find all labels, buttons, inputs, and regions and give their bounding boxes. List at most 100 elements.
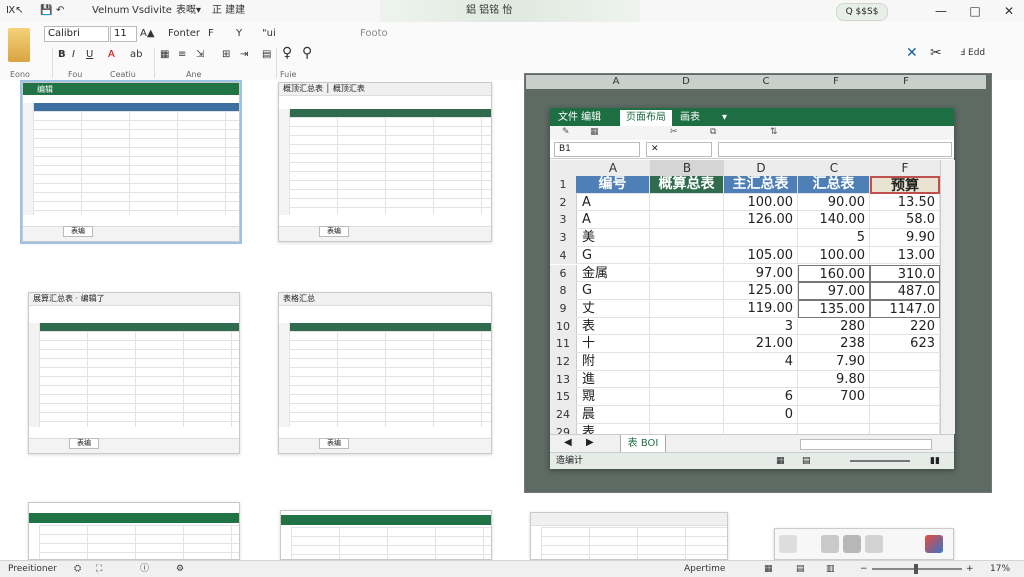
table-cell[interactable]: 100.00 [724,193,798,212]
ribbon-btn-2[interactable]: F [208,27,214,41]
sheet-thumbnail[interactable] [530,512,728,560]
view-normal-icon[interactable]: ▦ [776,453,785,469]
header-cell[interactable]: 主汇总表 [724,176,798,194]
font-size-select[interactable]: 11 [110,26,137,42]
table-cell[interactable] [650,282,724,300]
table-cell[interactable] [650,193,724,212]
borders-icon[interactable]: ▦ [160,48,169,62]
table-cell[interactable]: 4 [724,353,798,371]
save-icon[interactable]: 💾 [40,3,52,19]
sheet-thumbnail[interactable]: 展算汇总表 · 编辑了 表编 [28,292,240,454]
tab-page-layout[interactable]: 页面布局 [620,110,672,126]
table-cell[interactable]: 9.90 [870,229,940,247]
table-cell[interactable]: 160.00 [798,264,870,283]
table-cell[interactable]: 13.50 [870,193,940,212]
undo-icon[interactable]: ↶ [56,3,64,19]
table-cell[interactable] [798,406,870,424]
table-cell[interactable] [870,370,940,389]
wrap-icon[interactable]: ⇲ [196,48,204,62]
table-cell[interactable] [650,388,724,407]
font-name-select[interactable]: Calibri [44,26,109,42]
prev-sheet-icon[interactable]: ◀ [564,437,572,448]
row-header[interactable]: 2 [550,193,577,212]
table-cell[interactable]: 13.00 [870,246,940,265]
vertical-scrollbar[interactable] [940,160,955,434]
next-sheet-icon[interactable]: ▶ [586,437,594,448]
fx-button[interactable]: ✕ [646,142,712,157]
app-logo-icon[interactable] [925,535,943,553]
column-header-c[interactable]: C [798,160,870,177]
formula-input[interactable] [718,142,952,157]
normal-view-icon[interactable]: ▦ [764,561,773,577]
bold-button[interactable]: B [58,48,66,62]
table-cell[interactable]: 97.00 [798,282,870,300]
table-cell[interactable] [650,317,724,336]
column-header-d[interactable]: D [724,160,798,177]
table-cell[interactable] [650,335,724,353]
table-cell[interactable]: 9.80 [798,370,870,389]
header-cell[interactable]: 编号 [576,176,650,194]
italic-button[interactable]: I [72,48,75,62]
column-header-a[interactable]: A [576,160,650,177]
quick-item-2[interactable]: Vsdivite [132,3,172,19]
table-cell[interactable] [650,229,724,247]
table-cell[interactable]: 135.00 [798,299,870,318]
sheet-thumbnail[interactable]: 表格汇总 表编 [278,292,492,454]
table-cell[interactable]: 126.00 [724,211,798,230]
zoom-knob[interactable] [914,564,918,574]
row-header[interactable]: 3 [550,229,577,247]
sort-icon[interactable]: ⇅ [770,127,778,137]
fill-icon[interactable] [821,535,839,553]
table-cell[interactable]: 丈 [576,299,650,318]
row-header[interactable]: 13 [550,370,577,389]
settings-icon[interactable]: ⚙ [176,561,184,577]
table-cell[interactable] [870,406,940,424]
underline-button[interactable]: U [86,48,93,62]
ribbon-btn-1[interactable]: Fonter [168,27,200,41]
table-cell[interactable]: 280 [798,317,870,336]
table-cell[interactable]: 6 [724,388,798,407]
ribbon-right-icon-3[interactable]: Ⅎ Edd [960,46,985,60]
table-cell[interactable]: 21.00 [724,335,798,353]
quick-item-4[interactable]: 正 建建 [212,3,245,19]
row-header[interactable]: 11 [550,335,577,353]
ribbon-right-icon-1[interactable]: ✕ [906,46,918,60]
table-cell[interactable]: 0 [724,406,798,424]
thumb-sheet-tab[interactable]: 表编 [63,226,93,237]
row-header[interactable]: 6 [550,264,577,283]
zoom-level[interactable]: 17% [990,561,1010,577]
table-cell[interactable]: 5 [798,229,870,247]
table-cell[interactable]: 623 [870,335,940,353]
view-layout-icon[interactable]: ▤ [802,453,811,469]
row-header[interactable]: 24 [550,406,577,424]
table-cell[interactable] [650,406,724,424]
table-cell[interactable]: 700 [798,388,870,407]
paste-icon[interactable] [8,28,30,62]
maximize-button[interactable]: □ [964,2,986,20]
table-cell[interactable]: 晨 [576,406,650,424]
cut-icon[interactable]: ✂ [670,127,678,137]
fill-color-button[interactable]: ab [130,48,142,62]
table-cell[interactable]: 310.0 [870,264,940,283]
table-cell[interactable]: 58.0 [870,211,940,230]
shape-icon[interactable] [779,535,797,553]
ribbon-btn-5[interactable]: Footo [360,27,388,41]
table-cell[interactable] [724,229,798,247]
select-all-corner[interactable] [550,160,576,177]
table-cell[interactable]: 97.00 [724,264,798,283]
name-box[interactable]: B1 [554,142,640,157]
quick-access-nav[interactable]: Ⅸ↖ [6,3,24,19]
table-cell[interactable]: G [576,282,650,300]
table-cell[interactable]: 1147.0 [870,299,940,318]
header-cell[interactable]: 概算总表 [650,176,724,194]
table-cell[interactable]: 119.00 [724,299,798,318]
table-cell[interactable]: 表 [576,317,650,336]
table-cell[interactable] [650,211,724,230]
row-header[interactable]: 8 [550,282,577,300]
column-header-b[interactable]: B [650,160,724,177]
minimize-button[interactable]: — [930,2,952,20]
sheet-thumbnail[interactable] [28,502,240,560]
zoom-in-icon[interactable]: + [966,561,974,577]
header-cell[interactable]: 汇总表 [798,176,870,194]
outer-col-c[interactable]: C [726,75,806,89]
